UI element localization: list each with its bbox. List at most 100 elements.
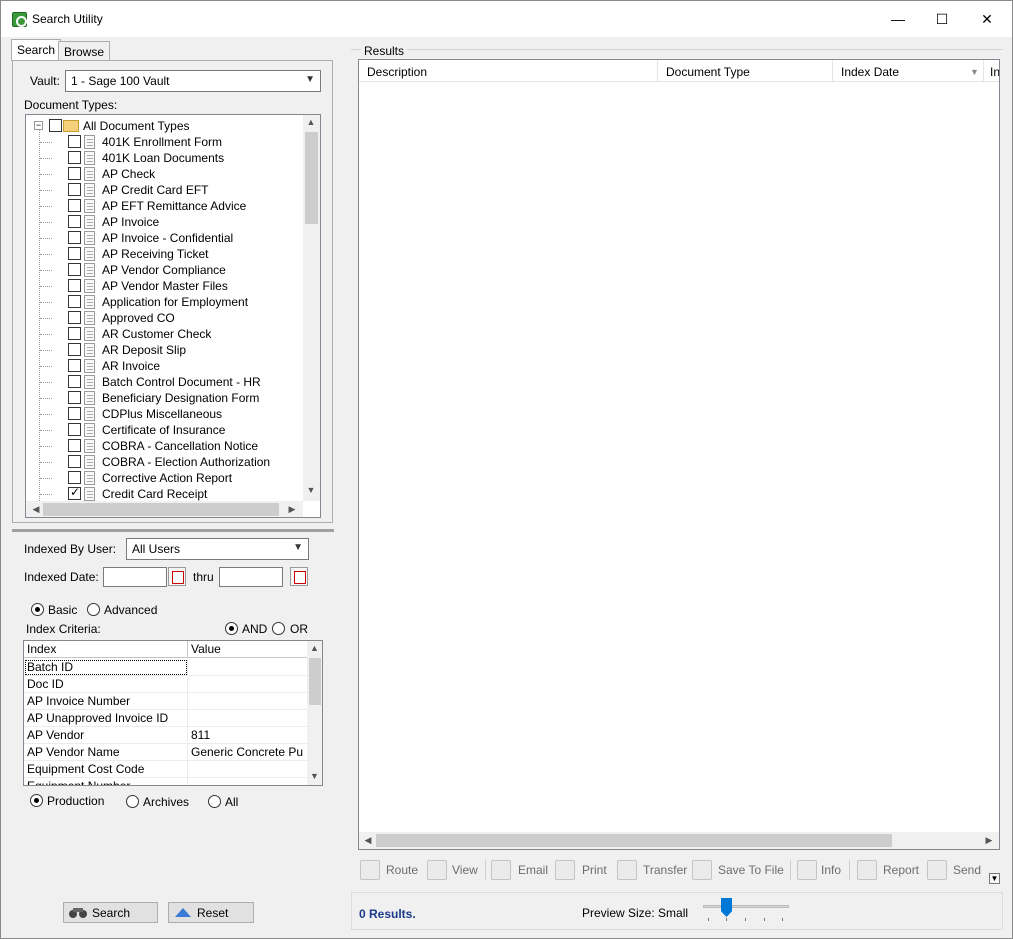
or-radio[interactable] [272, 622, 285, 635]
report-button[interactable]: Report [857, 856, 919, 884]
results-horizontal-scrollbar[interactable]: ◀ ▶ [359, 832, 999, 849]
info-button[interactable]: Info [797, 856, 841, 884]
tree-item[interactable]: AP Vendor Master Files [26, 278, 302, 294]
value-cell[interactable] [188, 659, 307, 676]
tree-item[interactable]: AP Vendor Compliance [26, 262, 302, 278]
index-cell[interactable]: AP Vendor Name [24, 744, 188, 761]
search-button[interactable]: Search [63, 902, 158, 923]
tree-item[interactable]: CDPlus Miscellaneous [26, 406, 302, 422]
index-criteria-grid[interactable]: Index Value Batch ID Doc ID AP Invoice Num… [23, 640, 323, 786]
index-cell[interactable]: Equipment Number [24, 778, 188, 785]
tree-item[interactable]: AP Invoice - Confidential [26, 230, 302, 246]
tab-search[interactable]: Search [11, 39, 62, 61]
tree-item[interactable]: AP Check [26, 166, 302, 182]
print-button[interactable]: Print [555, 856, 607, 884]
tree-item[interactable]: AR Invoice [26, 358, 302, 374]
vault-select[interactable]: 1 - Sage 100 Vault ▼ [65, 70, 321, 92]
column-index-date[interactable]: Index Date [833, 60, 984, 82]
document-type-checkbox[interactable] [68, 485, 81, 500]
index-cell[interactable]: AP Unapproved Invoice ID [24, 710, 188, 727]
scroll-up-icon[interactable]: ▲ [307, 643, 322, 653]
tree-vertical-scrollbar[interactable]: ▲ ▼ [303, 115, 320, 501]
document-types-tree[interactable]: − All Document Types 401K Enrollment For… [25, 114, 321, 518]
maximize-button[interactable]: ☐ [919, 1, 965, 37]
column-description[interactable]: Description [359, 60, 658, 82]
document-type-checkbox[interactable] [68, 231, 81, 244]
tree-horizontal-scrollbar[interactable]: ◀ ▶ [26, 501, 303, 517]
index-cell[interactable]: AP Invoice Number [24, 693, 188, 710]
document-type-checkbox[interactable] [68, 439, 81, 452]
preview-size-slider[interactable] [703, 905, 789, 908]
tree-item[interactable]: Beneficiary Designation Form [26, 390, 302, 406]
panel-splitter[interactable] [12, 529, 334, 532]
scroll-down-icon[interactable]: ▼ [303, 485, 319, 495]
column-document-type[interactable]: Document Type [658, 60, 833, 82]
index-cell[interactable]: AP Vendor [24, 727, 188, 744]
tree-item[interactable]: AP Credit Card EFT [26, 182, 302, 198]
and-radio[interactable] [225, 622, 238, 635]
tree-item[interactable]: Batch Control Document - HR [26, 374, 302, 390]
scroll-thumb[interactable] [309, 658, 321, 705]
route-button[interactable]: Route [360, 856, 418, 884]
value-cell[interactable]: 811 [188, 727, 307, 744]
collapse-icon[interactable]: − [34, 121, 43, 130]
document-type-checkbox[interactable] [68, 135, 81, 148]
indexed-date-to-input[interactable] [219, 567, 283, 587]
scroll-thumb-horizontal[interactable] [43, 503, 279, 516]
tree-item[interactable]: COBRA - Cancellation Notice [26, 438, 302, 454]
document-type-checkbox[interactable] [68, 455, 81, 468]
scroll-thumb-horizontal[interactable] [376, 834, 892, 847]
checkbox-all-document-types[interactable] [49, 119, 62, 132]
grid-header-value[interactable]: Value [188, 641, 307, 658]
minimize-button[interactable]: — [875, 1, 921, 37]
close-button[interactable]: ✕ [964, 1, 1010, 37]
tree-item[interactable]: Approved CO [26, 310, 302, 326]
value-cell[interactable] [188, 693, 307, 710]
document-type-checkbox[interactable] [68, 359, 81, 372]
tree-item[interactable]: AR Deposit Slip [26, 342, 302, 358]
document-type-checkbox[interactable] [68, 263, 81, 276]
results-list[interactable]: Description Document Type Index Date ▼ I… [358, 59, 1000, 850]
document-type-checkbox[interactable] [68, 391, 81, 404]
calendar-icon[interactable] [168, 567, 186, 586]
grid-header-index[interactable]: Index [24, 641, 188, 658]
tree-item[interactable]: Application for Employment [26, 294, 302, 310]
tree-item[interactable]: COBRA - Election Authorization [26, 454, 302, 470]
tree-item[interactable]: 401K Loan Documents [26, 150, 302, 166]
tab-browse[interactable]: Browse [58, 41, 111, 61]
document-type-checkbox[interactable] [68, 247, 81, 260]
production-radio[interactable] [30, 794, 43, 807]
tree-item[interactable]: 401K Enrollment Form [26, 134, 302, 150]
index-cell[interactable]: Doc ID [24, 676, 188, 693]
document-type-checkbox[interactable] [68, 423, 81, 436]
view-button[interactable]: View [427, 856, 478, 884]
scroll-down-icon[interactable]: ▼ [307, 771, 322, 781]
toolbar-overflow-icon[interactable]: ▼ [989, 873, 1000, 884]
tree-item[interactable]: AP Receiving Ticket [26, 246, 302, 262]
scroll-up-icon[interactable]: ▲ [303, 117, 319, 127]
document-type-checkbox[interactable] [68, 279, 81, 292]
indexed-by-user-select[interactable]: All Users ▼ [126, 538, 309, 560]
document-type-checkbox[interactable] [68, 471, 81, 484]
document-type-checkbox[interactable] [68, 407, 81, 420]
tree-item[interactable]: AP EFT Remittance Advice [26, 198, 302, 214]
document-type-checkbox[interactable] [68, 215, 81, 228]
tree-item[interactable]: AP Invoice [26, 214, 302, 230]
tree-item[interactable]: Corrective Action Report [26, 470, 302, 486]
advanced-radio[interactable] [87, 603, 100, 616]
all-radio[interactable] [208, 795, 221, 808]
tree-root[interactable]: − All Document Types [26, 118, 302, 134]
scroll-right-icon[interactable]: ▶ [981, 835, 997, 846]
send-button[interactable]: Send [927, 856, 981, 884]
document-type-checkbox[interactable] [68, 327, 81, 340]
value-cell[interactable] [188, 710, 307, 727]
value-cell[interactable] [188, 761, 307, 778]
email-button[interactable]: Email [491, 856, 548, 884]
scroll-thumb[interactable] [305, 132, 318, 224]
grid-vertical-scrollbar[interactable]: ▲ ▼ [307, 641, 322, 785]
indexed-date-from-input[interactable] [103, 567, 167, 587]
scroll-left-icon[interactable]: ◀ [28, 504, 44, 515]
document-type-checkbox[interactable] [68, 151, 81, 164]
tree-item[interactable]: AR Customer Check [26, 326, 302, 342]
archives-radio[interactable] [126, 795, 139, 808]
